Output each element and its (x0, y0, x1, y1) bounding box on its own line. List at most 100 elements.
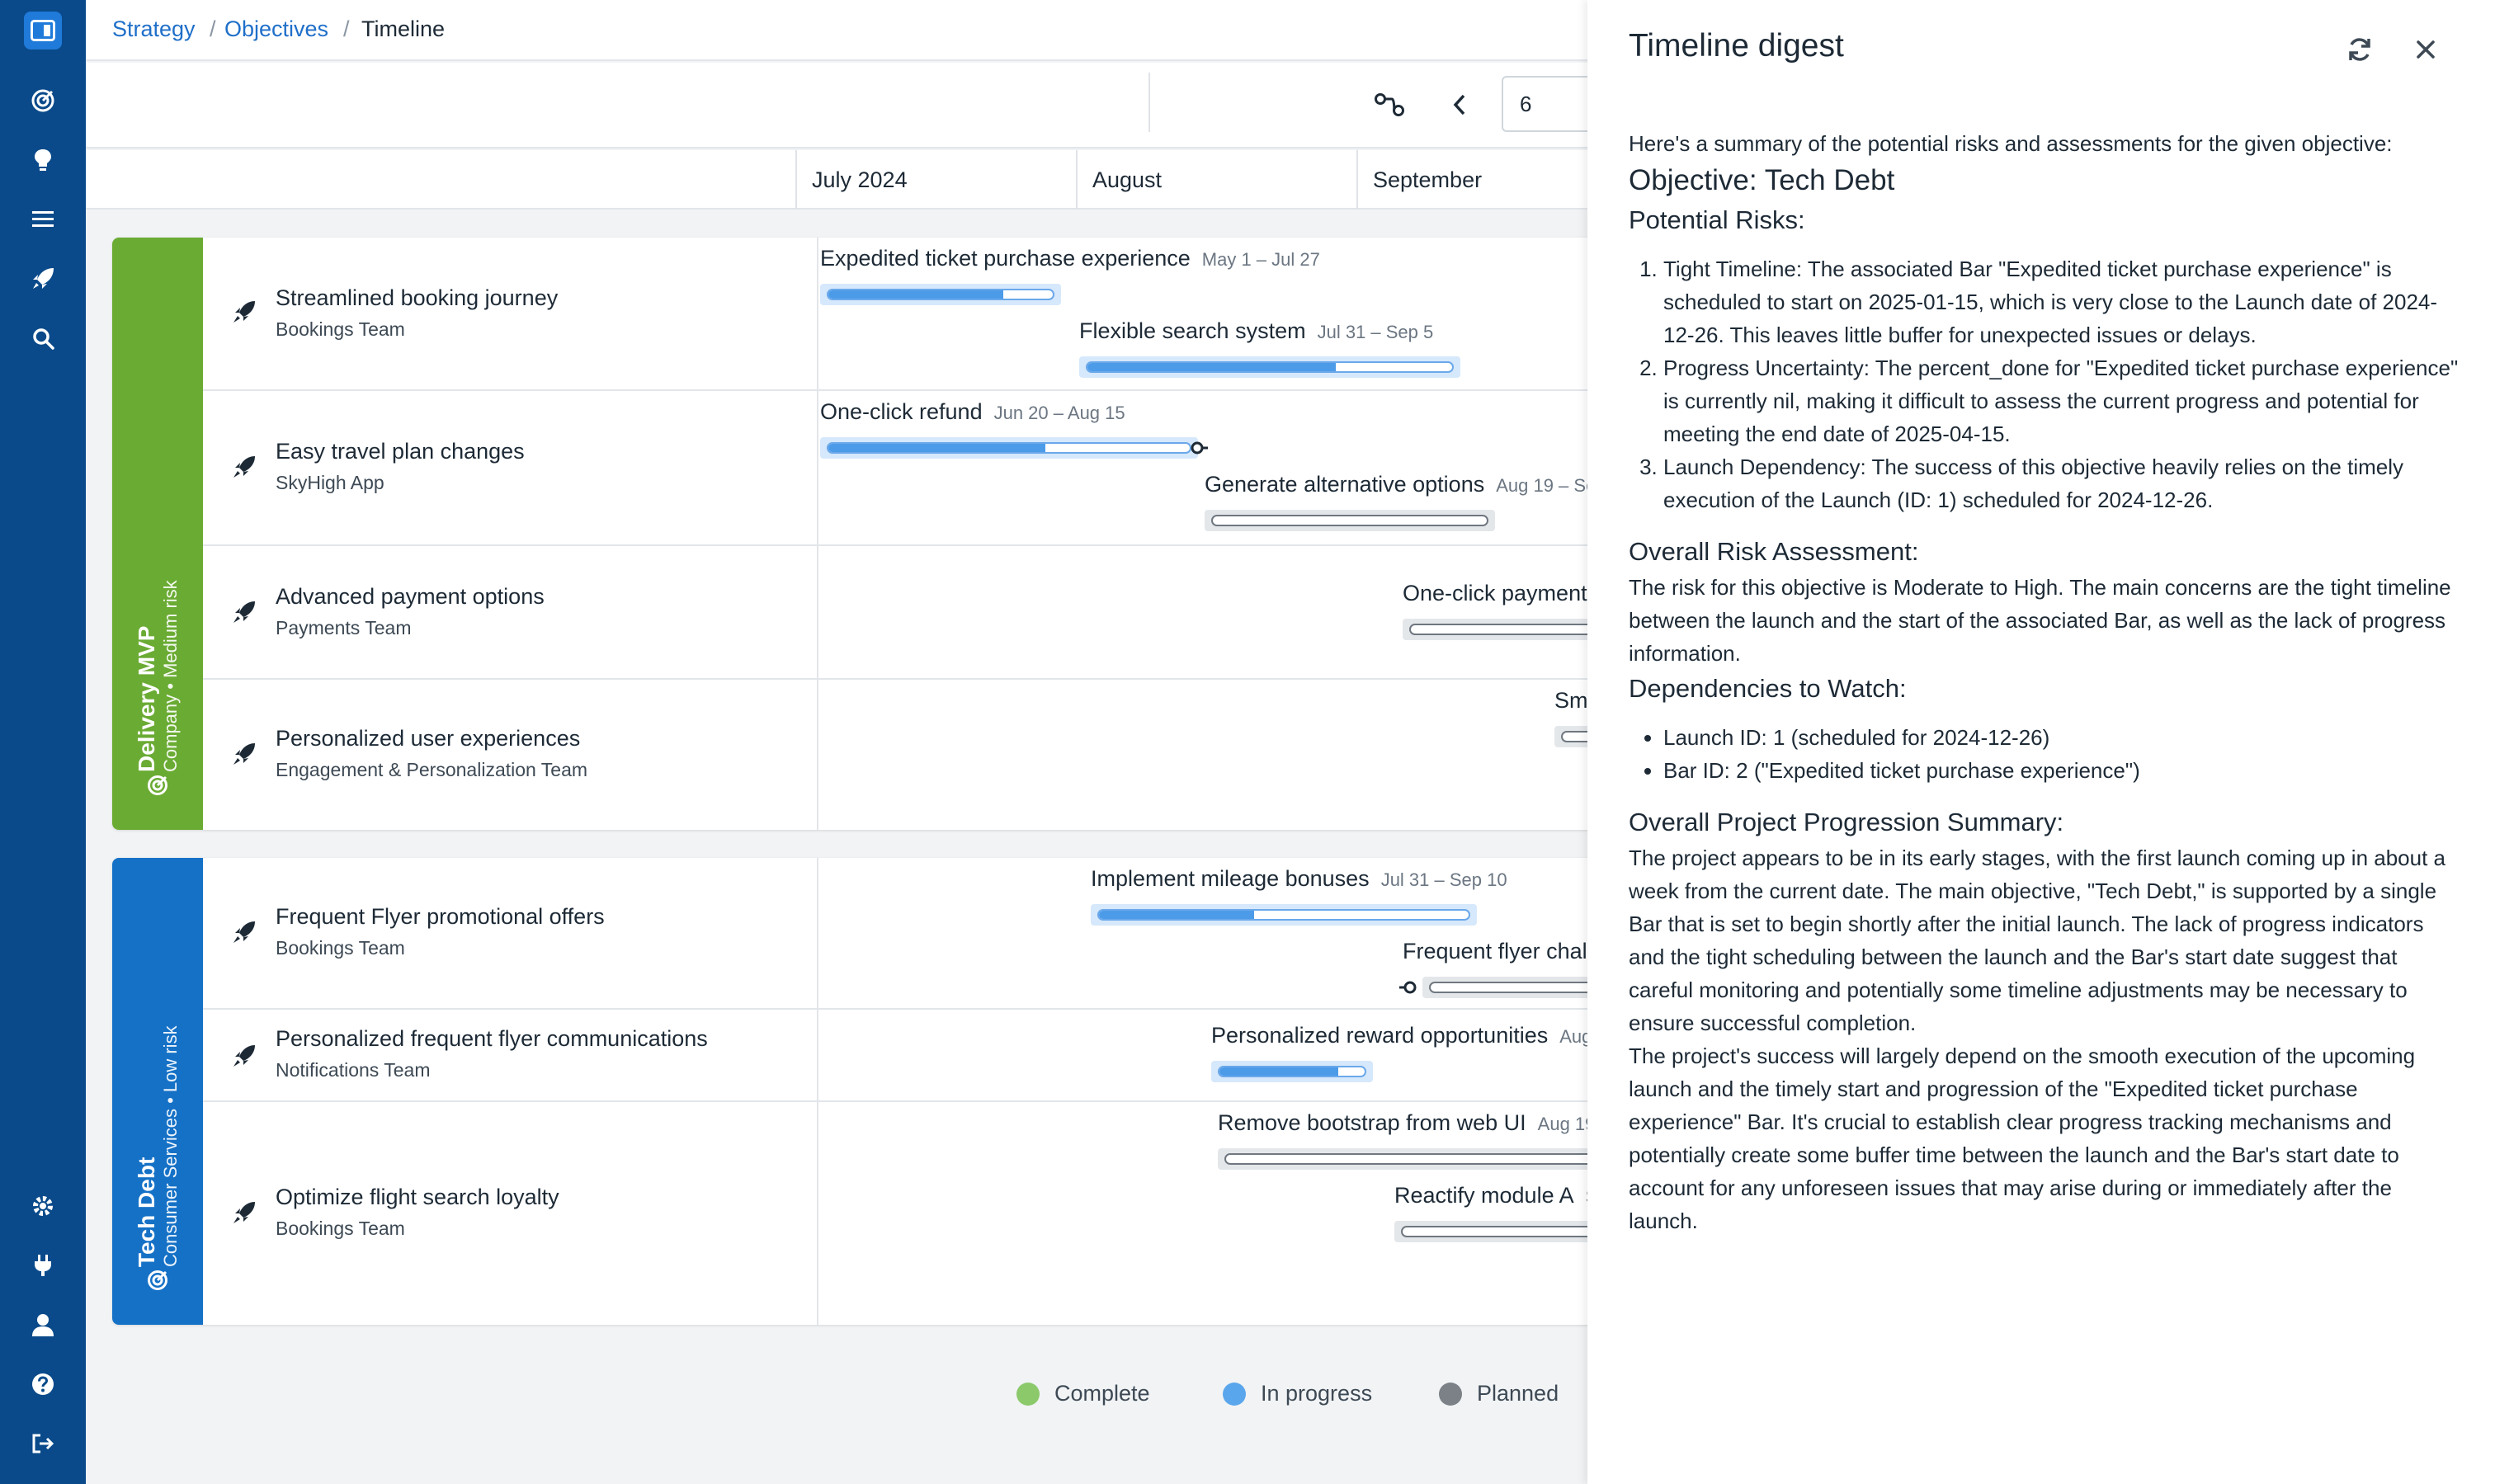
initiative-title[interactable]: Advanced payment options (276, 584, 545, 610)
initiative-row[interactable]: Personalized user experiences Engagement… (203, 680, 1597, 830)
bar-label: Personalized reward opportunitiesAug 4 –… (1211, 1023, 1597, 1048)
bar-label: Reactify module AS (1394, 1183, 1597, 1208)
initiative-info: Streamlined booking journey Bookings Tea… (203, 238, 818, 389)
bar-track[interactable] (1403, 619, 1597, 640)
objectives-target-icon[interactable] (20, 78, 66, 124)
group-title: Tech Debt (134, 1157, 159, 1267)
initiative-info: Advanced payment options Payments Team (203, 546, 818, 678)
dependency-connector-icon[interactable] (1398, 977, 1421, 998)
settings-gear-icon[interactable] (20, 1183, 66, 1229)
bar-date: May 1 – Jul 27 (1201, 249, 1320, 270)
bar-label: Flexible search system Jul 31 – Sep 5 (1079, 318, 1434, 343)
risk-item: Launch Dependency: The success of this o… (1663, 450, 2462, 516)
initiative-row[interactable]: Streamlined booking journey Bookings Tea… (203, 238, 1597, 391)
month-july: July 2024 (795, 150, 1076, 210)
initiative-info: Easy travel plan changes SkyHigh App (203, 391, 818, 544)
initiative-row[interactable]: Frequent Flyer promotional offers Bookin… (203, 858, 1597, 1010)
user-profile-icon[interactable] (20, 1302, 66, 1348)
dependency-item: Bar ID: 2 ("Expedited ticket purchase ex… (1663, 754, 2462, 787)
initiative-team: Engagement & Personalization Team (276, 759, 588, 780)
dependency-connector-icon[interactable] (1186, 437, 1210, 459)
launch-rocket-icon (233, 1202, 255, 1223)
month-august: August (1076, 150, 1356, 210)
list-menu-icon[interactable] (20, 196, 66, 243)
initiative-title[interactable]: Easy travel plan changes (276, 439, 525, 464)
timeline-toolbar: 6 (86, 63, 1617, 148)
bar-label: Expedited ticket purchase experience May … (820, 246, 1320, 271)
group-subtitle: Company • Medium risk (160, 580, 181, 772)
legend-planned: Planned (1439, 1381, 1559, 1406)
timeline-main: Strategy / Objectives / Timeline 6 July … (86, 0, 1617, 1484)
group-label: Tech Debt Consumer Services • Low risk (134, 1025, 182, 1267)
group-band[interactable]: Delivery MVP Company • Medium risk (112, 238, 203, 830)
ideas-lightbulb-icon[interactable] (20, 137, 66, 183)
initiative-title[interactable]: Personalized user experiences (276, 726, 580, 751)
digest-summary-paragraph: The project's success will largely depen… (1629, 1044, 2416, 1233)
bar-track[interactable] (1079, 356, 1460, 378)
legend-dot (1439, 1382, 1462, 1406)
breadcrumb-objectives[interactable]: Objectives (224, 16, 328, 42)
bar-track[interactable] (1091, 904, 1477, 926)
refresh-icon[interactable] (2342, 31, 2378, 68)
initiative-team: Bookings Team (276, 1218, 405, 1239)
dependencies-link-icon[interactable] (1370, 84, 1411, 125)
initiative-info: Optimize flight search loyalty Bookings … (203, 1102, 818, 1325)
breadcrumb-separator: / (210, 16, 216, 41)
digest-risks-heading: Potential Risks: (1629, 205, 1805, 234)
group-band[interactable]: Tech Debt Consumer Services • Low risk (112, 858, 203, 1325)
integrations-plug-icon[interactable] (20, 1242, 66, 1288)
bar-progress-fill (1219, 1067, 1339, 1076)
bar-track[interactable] (820, 437, 1198, 459)
previous-chevron-left-icon[interactable] (1439, 84, 1480, 125)
digest-dependencies-heading: Dependencies to Watch: (1629, 674, 1907, 703)
initiative-title[interactable]: Frequent Flyer promotional offers (276, 904, 605, 930)
legend-dot (1223, 1382, 1246, 1406)
initiative-team: Payments Team (276, 617, 412, 638)
bar-track[interactable] (1205, 510, 1495, 531)
risk-item: Progress Uncertainty: The percent_done f… (1663, 351, 2462, 450)
breadcrumb-separator: / (343, 16, 350, 41)
search-icon[interactable] (20, 315, 66, 361)
legend-complete: Complete (1016, 1381, 1150, 1406)
digest-objective-heading: Objective: Tech Debt (1629, 164, 1895, 196)
bar-progress-fill (1099, 911, 1255, 919)
initiative-title[interactable]: Streamlined booking journey (276, 285, 558, 311)
bar-label: Implement mileage bonuses Jul 31 – Sep 10 (1091, 866, 1507, 891)
panel-title: Timeline digest (1629, 28, 1844, 64)
digest-intro: Here's a summary of the potential risks … (1629, 131, 2393, 156)
bar-track[interactable] (1394, 1221, 1597, 1242)
initiative-row[interactable]: Easy travel plan changes SkyHigh App One… (203, 391, 1597, 546)
bar-track[interactable] (1218, 1148, 1597, 1170)
objective-group-delivery-mvp: Delivery MVP Company • Medium risk Strea… (112, 238, 1597, 830)
launches-rocket-icon[interactable] (20, 256, 66, 302)
launch-rocket-icon (233, 301, 255, 323)
bar-track[interactable] (1211, 1061, 1373, 1082)
initiative-row[interactable]: Advanced payment options Payments Team O… (203, 546, 1597, 680)
initiative-row[interactable]: Personalized frequent flyer communicatio… (203, 1010, 1597, 1102)
bar-date: Aug 19 (1537, 1114, 1596, 1134)
initiative-row[interactable]: Optimize flight search loyalty Bookings … (203, 1102, 1597, 1325)
help-question-icon[interactable] (20, 1361, 66, 1407)
bar-label: One-click refund Jun 20 – Aug 15 (820, 399, 1125, 424)
breadcrumb-strategy[interactable]: Strategy (112, 16, 196, 42)
objective-target-icon (147, 1270, 168, 1295)
app-logo-icon[interactable] (24, 12, 62, 49)
bar-date: Aug 19 – Se (1496, 475, 1597, 496)
month-header: July 2024 August September (86, 150, 1587, 210)
digest-body: Here's a summary of the potential risks … (1629, 127, 2462, 1237)
initiative-title[interactable]: Optimize flight search loyalty (276, 1185, 559, 1210)
digest-summary-paragraph: The project appears to be in its early s… (1629, 846, 2445, 1035)
initiative-title[interactable]: Personalized frequent flyer communicatio… (276, 1026, 708, 1052)
group-title: Delivery MVP (134, 625, 159, 772)
digest-assessment: The risk for this objective is Moderate … (1629, 575, 2451, 666)
logout-icon[interactable] (20, 1420, 66, 1467)
risks-list: Tight Timeline: The associated Bar "Expe… (1663, 252, 2462, 516)
launch-rocket-icon (233, 921, 255, 943)
close-icon[interactable] (2408, 31, 2444, 68)
bar-track[interactable] (1422, 977, 1597, 998)
bar-progress-fill (828, 444, 1045, 452)
legend-in-progress: In progress (1223, 1381, 1372, 1406)
bar-track[interactable] (820, 284, 1061, 305)
launch-rocket-icon (233, 601, 255, 623)
objective-target-icon (147, 775, 168, 800)
